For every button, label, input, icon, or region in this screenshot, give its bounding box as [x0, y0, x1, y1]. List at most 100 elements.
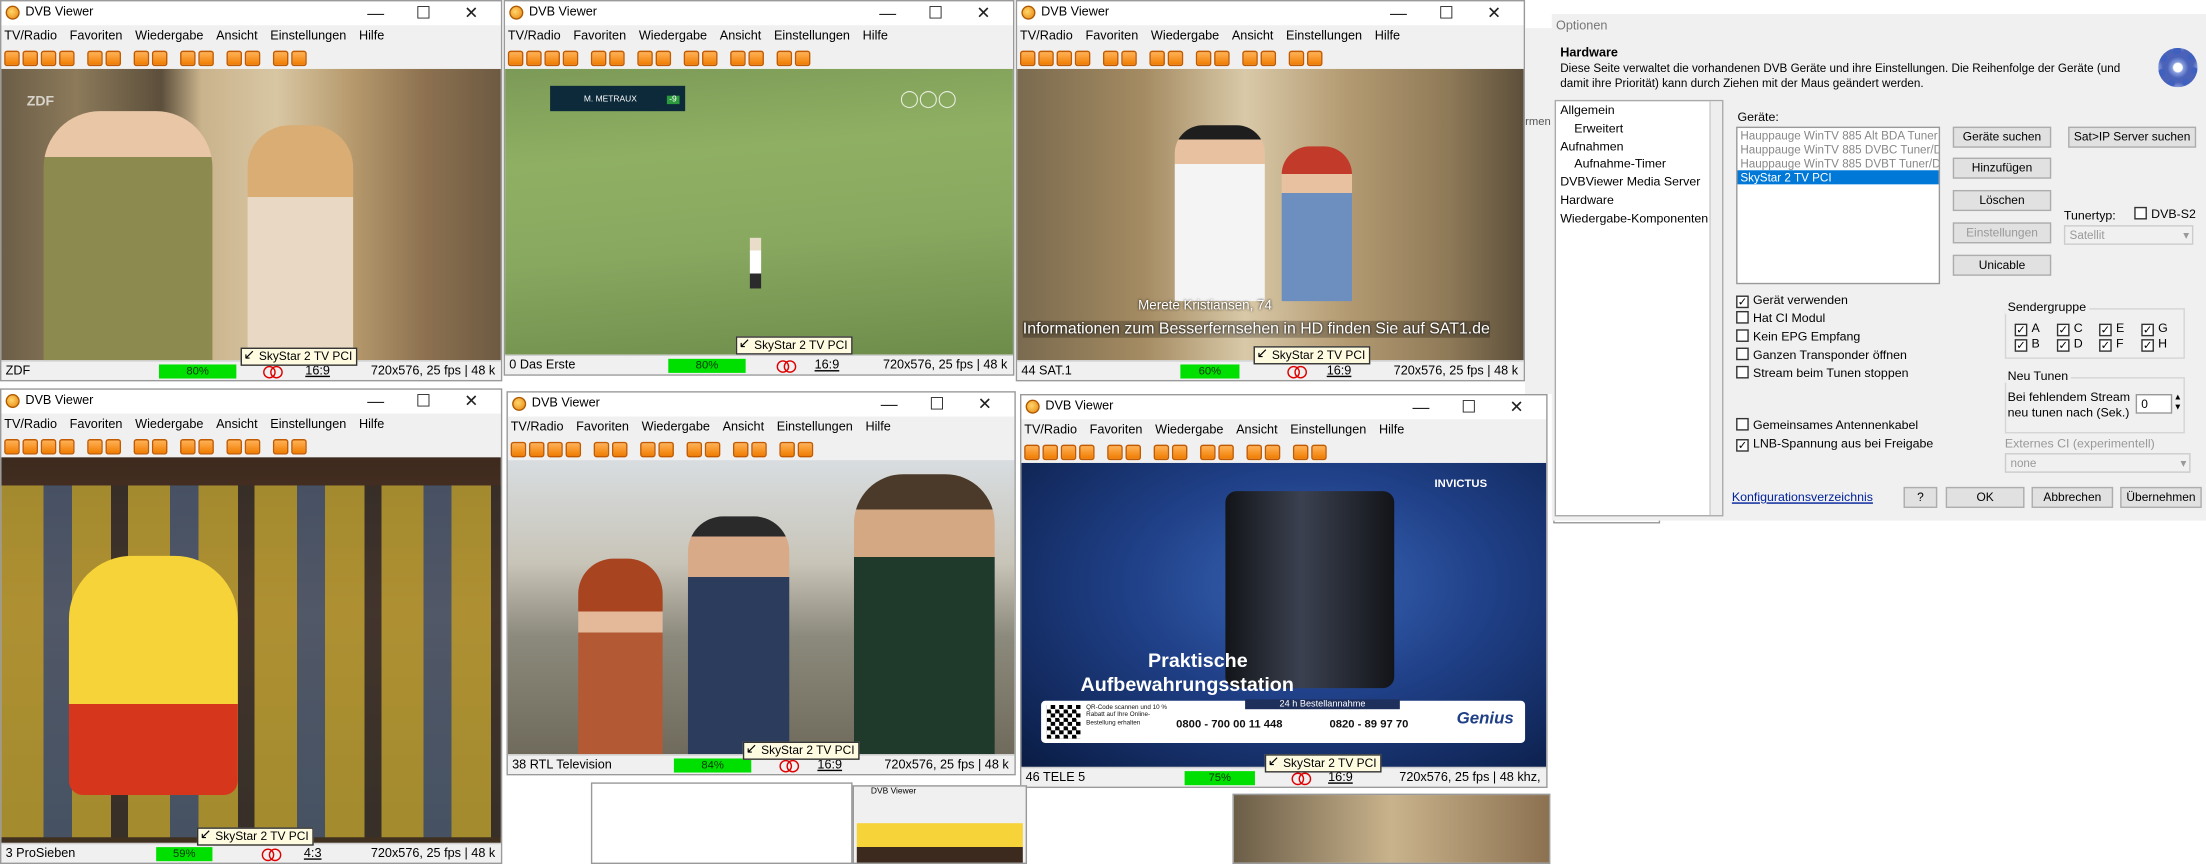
menu-tv-radio[interactable]: TV/Radio	[1024, 419, 1077, 440]
ok-button[interactable]: OK	[1945, 486, 2025, 508]
toolbar-button-icon[interactable]	[776, 49, 793, 66]
maximize-icon[interactable]: ☐	[400, 1, 448, 24]
toolbar-button-icon[interactable]	[133, 438, 150, 454]
tunertype-select[interactable]: Satellit	[2063, 225, 2194, 245]
checkbox-box[interactable]	[1736, 365, 1749, 379]
minimize-icon[interactable]: —	[864, 1, 912, 24]
satip-search-button[interactable]: Sat>IP Server suchen	[2068, 126, 2197, 148]
video-area[interactable]	[1, 457, 501, 843]
toolbar-button-icon[interactable]	[1242, 49, 1258, 66]
toolbar-button-icon[interactable]	[751, 441, 767, 457]
toolbar-button-icon[interactable]	[1288, 49, 1305, 66]
neu-tunen-seconds-input[interactable]: 0	[2135, 394, 2173, 414]
device-item-selected[interactable]: SkyStar 2 TV PCI	[1737, 170, 1939, 185]
check-ci-modul[interactable]: Hat CI Modul	[1736, 310, 1825, 325]
close-icon[interactable]: ✕	[959, 1, 1007, 24]
add-button[interactable]: Hinzufügen	[1952, 157, 2052, 179]
toolbar-button-icon[interactable]	[1056, 49, 1073, 66]
toolbar-button-icon[interactable]	[1214, 49, 1230, 66]
aspect-ratio[interactable]: 16:9	[1327, 363, 1352, 377]
toolbar-button-icon[interactable]	[59, 438, 75, 454]
checkbox-box[interactable]	[1736, 417, 1749, 431]
maximize-icon[interactable]: ☐	[912, 1, 960, 24]
unicable-button[interactable]: Unicable	[1952, 254, 2052, 276]
spin-up-icon[interactable]: ▲	[2174, 394, 2182, 402]
title-bar[interactable]: DVB Viewer — ☐ ✕	[1, 1, 501, 26]
title-bar[interactable]: DVB Viewer — ☐ ✕	[1021, 395, 1547, 420]
toolbar-button-icon[interactable]	[1264, 443, 1281, 460]
checkbox-box[interactable]	[1736, 329, 1749, 342]
menu-wiedergabe[interactable]: Wiedergabe	[639, 25, 707, 46]
menu-favoriten[interactable]: Favoriten	[1085, 25, 1138, 46]
toolbar-button-icon[interactable]	[526, 49, 542, 66]
dvb-window-rtl[interactable]: DVB Viewer — ☐ ✕ TV/Radio Favoriten Wieder…	[506, 391, 1016, 776]
dvb-window-sat1[interactable]: DVB Viewer — ☐ ✕ TV/Radio Favoriten Wieder…	[1015, 0, 1526, 382]
toolbar-button-icon[interactable]	[510, 441, 527, 457]
checkbox-box[interactable]: ✓	[1736, 439, 1749, 452]
record-button-icon[interactable]	[1311, 443, 1327, 460]
tree-item-media-server[interactable]: DVBViewer Media Server	[1556, 173, 1722, 191]
toolbar-button-icon[interactable]	[151, 438, 168, 454]
toolbar-button-icon[interactable]	[547, 441, 563, 457]
group-d-checkbox[interactable]: ✓ D	[2056, 336, 2083, 352]
video-area[interactable]: ZDF	[1, 68, 501, 361]
toolbar-button-icon[interactable]	[105, 49, 121, 66]
menu-einstellungen[interactable]: Einstellungen	[1290, 419, 1366, 440]
toolbar-button-icon[interactable]	[1107, 443, 1123, 460]
checkbox-box[interactable]	[2134, 206, 2147, 220]
toolbar-button-icon[interactable]	[1246, 443, 1262, 460]
toolbar-button-icon[interactable]	[244, 438, 261, 454]
toolbar-button-icon[interactable]	[611, 441, 628, 457]
tree-item-erweitert[interactable]: Erweitert	[1556, 119, 1722, 137]
toolbar-button-icon[interactable]	[593, 441, 610, 457]
record-button-icon[interactable]	[291, 438, 307, 454]
group-e-checkbox[interactable]: ✓ E	[2099, 321, 2124, 337]
search-devices-button[interactable]: Geräte suchen	[1952, 126, 2052, 148]
maximize-icon[interactable]: ☐	[400, 390, 448, 413]
menu-wiedergabe[interactable]: Wiedergabe	[1155, 419, 1223, 440]
menu-favoriten[interactable]: Favoriten	[70, 25, 123, 46]
dvb-window-zdf[interactable]: DVB Viewer — ☐ ✕ TV/Radio Favoriten Wieder…	[0, 0, 503, 382]
menu-ansicht[interactable]: Ansicht	[216, 414, 258, 435]
toolbar-button-icon[interactable]	[704, 441, 721, 457]
video-area[interactable]: M. METRAUX -9 ◯◯◯	[505, 68, 1013, 355]
dvb-window-prosieben[interactable]: DVB Viewer — ☐ ✕ TV/Radio Favoriten Wieder…	[0, 388, 503, 864]
externes-ci-select[interactable]: none	[2004, 453, 2191, 473]
spin-down-icon[interactable]: ▼	[2174, 404, 2182, 412]
menu-favoriten[interactable]: Favoriten	[70, 414, 123, 435]
minimize-icon[interactable]: —	[352, 390, 400, 413]
toolbar-button-icon[interactable]	[544, 49, 560, 66]
aspect-ratio[interactable]: 4:3	[304, 846, 322, 860]
toolbar-button-icon[interactable]	[1024, 443, 1040, 460]
toolbar-button-icon[interactable]	[686, 441, 703, 457]
check-kein-epg[interactable]: Kein EPG Empfang	[1736, 329, 1860, 343]
menu-hilfe[interactable]: Hilfe	[359, 414, 384, 435]
menu-hilfe[interactable]: Hilfe	[1375, 25, 1400, 46]
minimize-icon[interactable]: —	[1375, 1, 1423, 24]
checkbox-box[interactable]: ✓	[2099, 323, 2112, 337]
toolbar-button-icon[interactable]	[1153, 443, 1170, 460]
checkbox-box[interactable]: ✓	[2014, 339, 2028, 352]
toolbar-button-icon[interactable]	[198, 49, 214, 66]
toolbar-button-icon[interactable]	[655, 49, 672, 66]
device-settings-button[interactable]: Einstellungen	[1952, 222, 2052, 244]
menu-wiedergabe[interactable]: Wiedergabe	[1151, 25, 1219, 46]
tree-item-aufnahmen[interactable]: Aufnahmen	[1556, 137, 1722, 155]
close-icon[interactable]: ✕	[1493, 395, 1541, 418]
menu-favoriten[interactable]: Favoriten	[573, 25, 626, 46]
toolbar-button-icon[interactable]	[1292, 443, 1309, 460]
toolbar-button-icon[interactable]	[683, 49, 700, 66]
menu-hilfe[interactable]: Hilfe	[359, 25, 384, 46]
cancel-button[interactable]: Abbrechen	[2031, 486, 2114, 508]
close-icon[interactable]: ✕	[961, 393, 1009, 416]
toolbar-button-icon[interactable]	[1103, 49, 1119, 66]
menu-einstellungen[interactable]: Einstellungen	[777, 417, 853, 438]
toolbar-button-icon[interactable]	[1200, 443, 1216, 460]
group-h-checkbox[interactable]: ✓ H	[2141, 336, 2167, 352]
checkbox-box[interactable]: ✓	[2014, 323, 2028, 337]
apply-button[interactable]: Übernehmen	[2120, 486, 2202, 508]
toolbar-button-icon[interactable]	[22, 49, 38, 66]
toolbar-button-icon[interactable]	[1042, 443, 1058, 460]
tree-scrollbar[interactable]	[1709, 101, 1723, 516]
checkbox-box[interactable]: ✓	[2099, 339, 2112, 352]
